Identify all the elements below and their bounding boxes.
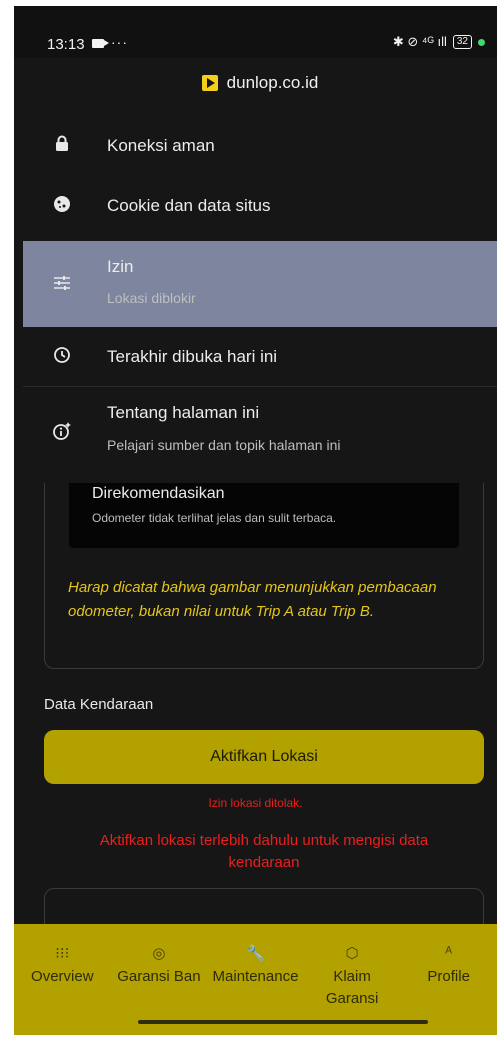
video-camera-icon [92, 39, 109, 48]
info-spark-icon [50, 421, 74, 445]
privacy-dot-icon [478, 38, 485, 46]
nav-label: Maintenance [212, 968, 299, 985]
nav-label: Garansi Ban [117, 968, 201, 985]
more-notifications-icon: ··· [111, 34, 128, 50]
phone-screen: Direkomendasikan Odometer tidak terlihat… [14, 6, 497, 1035]
lock-icon [50, 135, 74, 155]
nav-label: Overview [31, 968, 94, 985]
popup-item-subtitle: Lokasi diblokir [107, 290, 196, 306]
status-time: 13:13 [47, 36, 85, 53]
popup-item-title: Izin [107, 257, 134, 276]
location-warning-text: Aktifkan lokasi terlebih dahulu untuk me… [99, 832, 429, 871]
odometer-note: Harap dicatat bahwa gambar menunjukkan p… [68, 579, 437, 620]
popup-header: dunlop.co.id [23, 58, 497, 108]
enable-location-button[interactable]: Aktifkan Lokasi [44, 730, 484, 784]
home-indicator [138, 1020, 428, 1024]
popup-item-secure-connection[interactable]: Koneksi aman [23, 116, 497, 174]
nav-label: Profile [427, 968, 470, 985]
signal-icons: ✱ ⊘ ⁴ᴳ ıll [392, 34, 447, 49]
popup-item-cookies[interactable]: Cookie dan data situs [23, 176, 497, 236]
person-icon: ᴬ [445, 944, 453, 961]
nav-label: Klaim Garansi [325, 968, 379, 1007]
nav-item-overview[interactable]: ⁝⁝⁝ Overview [16, 944, 108, 1035]
location-denied-text: Izin lokasi ditolak. [208, 796, 303, 810]
popup-item-permissions[interactable]: Izin Lokasi diblokir [23, 241, 497, 327]
section-label-vehicle-data: Data Kendaraan [44, 696, 154, 713]
grid-icon: ⁝⁝⁝ [55, 945, 70, 962]
popup-divider [23, 386, 497, 387]
popup-item-title: Terakhir dibuka hari ini [107, 347, 278, 366]
check-circle-icon: ◎ [152, 945, 166, 962]
shield-icon: ⬡ [345, 945, 359, 962]
popup-item-last-opened[interactable]: Terakhir dibuka hari ini [23, 328, 497, 386]
tune-icon [50, 275, 74, 295]
battery-icon: 32 [452, 35, 472, 49]
popup-item-title: Tentang halaman ini [107, 403, 260, 422]
recommendation-title: Direkomendasikan [92, 485, 225, 502]
popup-item-title: Koneksi aman [107, 136, 215, 155]
popup-item-title: Cookie dan data situs [107, 196, 271, 215]
status-icons: ✱ ⊘ ⁴ᴳ ıll 32 [393, 34, 485, 50]
site-favicon-icon [201, 75, 218, 91]
recommendation-subtitle: Odometer tidak terlihat jelas dan sulit … [92, 511, 337, 525]
popup-item-subtitle: Pelajari sumber dan topik halaman ini [107, 437, 341, 453]
site-info-popup: dunlop.co.id Koneksi aman Cookie dan dat… [23, 58, 497, 483]
wrench-icon: 🔧 [246, 945, 265, 962]
popup-item-about-page[interactable]: Tentang halaman ini Pelajari sumber dan … [23, 388, 497, 476]
history-icon [50, 346, 74, 368]
cookie-icon [50, 195, 74, 217]
site-domain: dunlop.co.id [226, 73, 319, 92]
status-bar: 13:13 ··· ✱ ⊘ ⁴ᴳ ıll 32 [14, 6, 497, 58]
bottom-navigation: ⁝⁝⁝ Overview ◎ Garansi Ban 🔧 Maintenance… [14, 924, 497, 1035]
